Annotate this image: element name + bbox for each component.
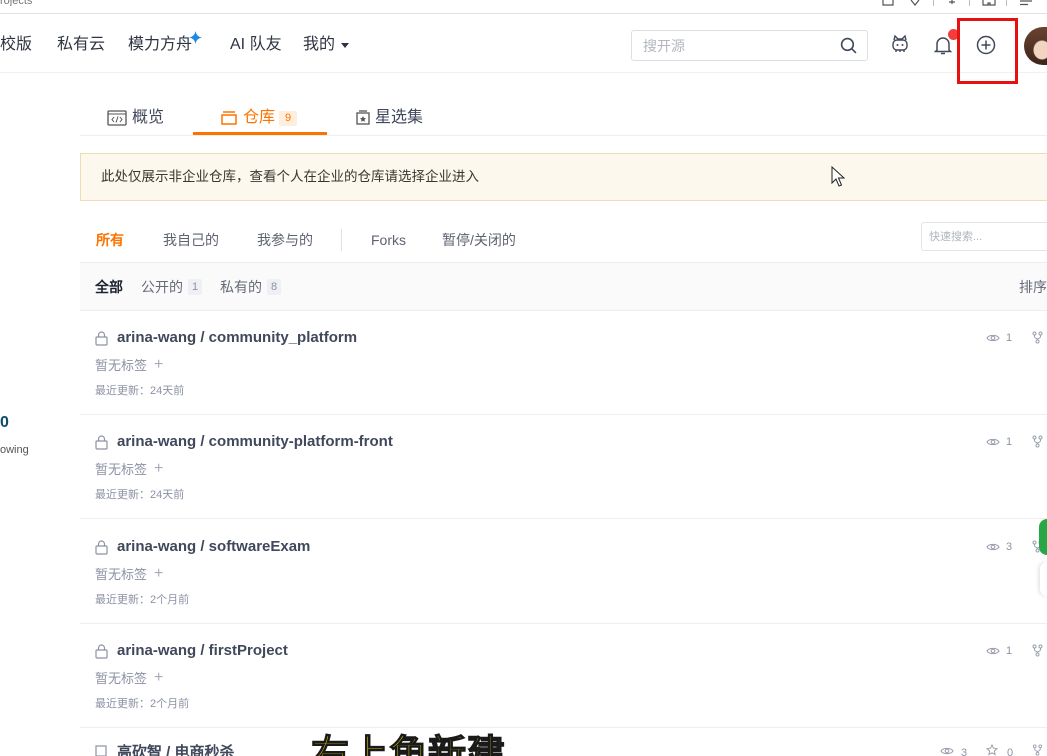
filter-participated[interactable]: 我参与的 bbox=[257, 228, 313, 252]
repo-tags: 暂无标签 bbox=[95, 567, 148, 582]
watch-count: 3 bbox=[961, 747, 968, 756]
toolbar-divider bbox=[933, 0, 934, 6]
fork-icon[interactable] bbox=[1032, 744, 1043, 756]
lock-icon bbox=[95, 435, 108, 450]
nav-item-moli[interactable]: 模力方舟 bbox=[128, 33, 192, 57]
lock-icon bbox=[95, 331, 108, 346]
add-tag-button[interactable]: + bbox=[154, 668, 163, 688]
tabs-divider bbox=[80, 135, 1047, 136]
subfilter-public[interactable]: 公开的 bbox=[141, 276, 183, 298]
menu-icon[interactable] bbox=[1019, 0, 1033, 6]
collection-icon bbox=[356, 110, 370, 125]
eye-icon bbox=[986, 334, 1000, 342]
repo-icon bbox=[221, 111, 237, 125]
sort-dropdown[interactable]: 排序 bbox=[1019, 276, 1047, 298]
fork-icon[interactable] bbox=[1032, 644, 1043, 657]
quick-search[interactable] bbox=[921, 222, 1047, 251]
repo-square-icon bbox=[95, 745, 107, 756]
repo-item[interactable]: 高砍智 / 电商秒杀 3 0 bbox=[80, 728, 1047, 756]
browser-toolbar: rojects bbox=[0, 0, 1047, 14]
subfilter-all[interactable]: 全部 bbox=[95, 276, 123, 298]
video-caption: 右上角新建 bbox=[311, 733, 507, 756]
global-search-input[interactable] bbox=[632, 31, 843, 60]
watch-count: 1 bbox=[1006, 436, 1013, 448]
public-count: 1 bbox=[188, 279, 202, 295]
tab-overview[interactable]: 概览 bbox=[132, 107, 164, 129]
add-tag-button[interactable]: + bbox=[154, 459, 163, 479]
extension-icon[interactable] bbox=[946, 0, 958, 6]
caret-down-icon[interactable] bbox=[341, 43, 349, 48]
highlight-box bbox=[957, 18, 1018, 84]
subfilter-private[interactable]: 私有的 bbox=[220, 276, 262, 298]
add-tag-button[interactable]: + bbox=[154, 564, 163, 584]
notice-text: 此处仅展示非企业仓库，查看个人在企业的仓库请选择企业进入 bbox=[101, 169, 479, 184]
nav-item-ai-teammate[interactable]: AI 队友 bbox=[230, 33, 282, 57]
filter-paused-closed[interactable]: 暂停/关闭的 bbox=[442, 228, 516, 252]
repo-count-badge: 9 bbox=[279, 111, 297, 126]
watch-count: 1 bbox=[1006, 332, 1013, 344]
filter-all[interactable]: 所有 bbox=[96, 228, 124, 252]
following-count[interactable]: 0 bbox=[0, 413, 9, 433]
tab-repositories[interactable]: 仓库 bbox=[243, 107, 275, 129]
fork-icon[interactable] bbox=[1032, 331, 1043, 344]
repo-tags: 暂无标签 bbox=[95, 358, 148, 373]
global-search[interactable] bbox=[631, 30, 868, 61]
repo-title-link[interactable]: arina-wang / softwareExam bbox=[117, 536, 310, 558]
filter-mine[interactable]: 我自己的 bbox=[163, 228, 219, 252]
enterprise-notice: 此处仅展示非企业仓库，查看个人在企业的仓库请选择企业进入 bbox=[80, 153, 1047, 201]
fork-icon[interactable] bbox=[1032, 435, 1043, 448]
sparkle-icon bbox=[189, 31, 202, 44]
repo-tags: 暂无标签 bbox=[95, 462, 148, 477]
repo-title-link[interactable]: arina-wang / community_platform bbox=[117, 327, 357, 349]
star-icon[interactable] bbox=[986, 744, 998, 756]
repo-updated: 最近更新：24天前 bbox=[95, 489, 185, 501]
quick-search-input[interactable] bbox=[922, 223, 1047, 250]
private-count: 8 bbox=[267, 279, 281, 295]
floating-tool-button[interactable] bbox=[1040, 562, 1047, 596]
repo-item[interactable]: arina-wang / community-platform-front 暂无… bbox=[80, 415, 1047, 519]
repo-item[interactable]: arina-wang / firstProject 暂无标签 + 最近更新：2个… bbox=[80, 624, 1047, 728]
search-icon[interactable] bbox=[840, 37, 857, 54]
code-icon bbox=[107, 110, 127, 126]
eye-icon bbox=[986, 543, 1000, 551]
tab-collections[interactable]: 星选集 bbox=[375, 107, 423, 129]
repo-tags: 暂无标签 bbox=[95, 671, 148, 686]
browser-tab-title[interactable]: rojects bbox=[0, 0, 32, 6]
repo-updated: 最近更新：24天前 bbox=[95, 385, 185, 397]
nav-item-edu[interactable]: 校版 bbox=[0, 33, 32, 57]
eye-icon bbox=[986, 647, 1000, 655]
toolbar-divider bbox=[969, 0, 970, 6]
eye-icon bbox=[940, 747, 954, 755]
toolbar-divider bbox=[1006, 0, 1007, 6]
filter-divider bbox=[341, 229, 342, 251]
bookmark-icon[interactable] bbox=[909, 0, 921, 6]
mouse-cursor bbox=[831, 166, 845, 187]
eye-icon bbox=[986, 438, 1000, 446]
add-tag-button[interactable]: + bbox=[154, 355, 163, 375]
robot-icon[interactable] bbox=[890, 34, 910, 54]
repo-updated: 最近更新：2个月前 bbox=[95, 698, 190, 710]
star-count: 0 bbox=[1007, 747, 1014, 756]
following-label: owing bbox=[0, 444, 29, 456]
filter-forks[interactable]: Forks bbox=[371, 228, 406, 252]
split-view-icon[interactable] bbox=[882, 0, 894, 6]
repo-title-link[interactable]: arina-wang / firstProject bbox=[117, 640, 288, 662]
nav-item-private-cloud[interactable]: 私有云 bbox=[57, 33, 105, 57]
nav-item-mine[interactable]: 我的 bbox=[303, 33, 335, 57]
repo-title-link[interactable]: 高砍智 / 电商秒杀 bbox=[117, 742, 235, 756]
active-tab-indicator bbox=[193, 132, 327, 135]
puzzle-icon[interactable] bbox=[982, 0, 996, 6]
floating-help-button[interactable] bbox=[1039, 519, 1047, 555]
lock-icon bbox=[95, 644, 108, 659]
lock-icon bbox=[95, 540, 108, 555]
repo-updated: 最近更新：2个月前 bbox=[95, 594, 190, 606]
repo-title-link[interactable]: arina-wang / community-platform-front bbox=[117, 431, 393, 453]
watch-count: 1 bbox=[1006, 645, 1013, 657]
repo-item[interactable]: arina-wang / softwareExam 暂无标签 + 最近更新：2个… bbox=[80, 520, 1047, 624]
watch-count: 3 bbox=[1006, 541, 1013, 553]
repo-item[interactable]: arina-wang / community_platform 暂无标签 + 最… bbox=[80, 311, 1047, 415]
